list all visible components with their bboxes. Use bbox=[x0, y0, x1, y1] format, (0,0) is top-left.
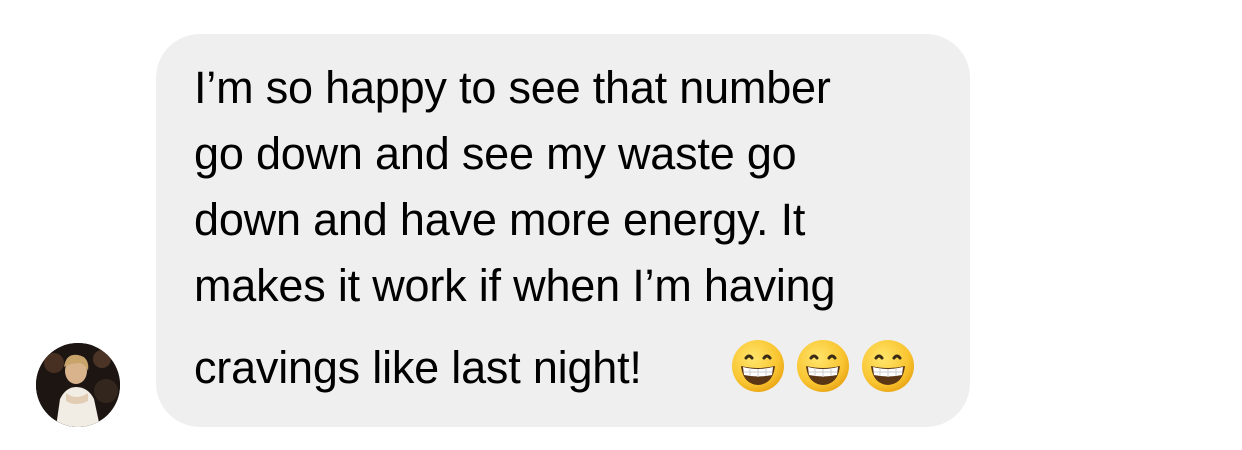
message-text-line: down and have more energy. It bbox=[194, 194, 806, 245]
grinning-face-emoji-icon bbox=[797, 340, 849, 392]
grinning-face-emoji-icon bbox=[862, 340, 914, 392]
message-text-line: cravings like last night! bbox=[194, 342, 642, 393]
avatar-photo-icon bbox=[36, 343, 120, 427]
sender-avatar[interactable] bbox=[36, 343, 120, 427]
message-text-line: I’m so happy to see that number bbox=[194, 62, 831, 113]
grinning-face-emoji-icon bbox=[732, 340, 784, 392]
message-text-line: makes it work if when I’m having bbox=[194, 260, 836, 311]
emoji-group bbox=[730, 338, 916, 394]
message-text-line: go down and see my waste go bbox=[194, 128, 797, 179]
